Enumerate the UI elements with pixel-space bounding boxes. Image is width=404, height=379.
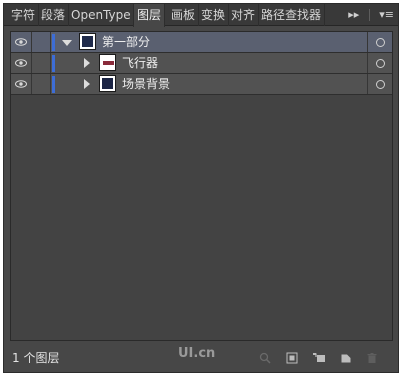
tab-artboards[interactable]: 画板 [168,4,200,26]
lock-toggle[interactable] [32,53,51,73]
expand-triangle-icon[interactable] [62,40,72,46]
watermark-logo: UI.cn [178,346,216,361]
target-circle-icon [375,58,385,68]
layers-panel: 字符 段落 OpenType 图层 画板 变换 对齐 路径查找器 ▸▸ ▾≡ 第… [3,3,399,373]
make-clipping-mask-icon[interactable] [286,352,298,364]
layer-color-indicator [52,55,55,72]
eye-icon [15,59,27,67]
lock-toggle[interactable] [32,32,51,52]
target-circle-icon [375,37,385,47]
target-circle[interactable] [367,32,392,52]
target-circle[interactable] [367,74,392,94]
tab-align[interactable]: 对齐 [228,4,260,26]
create-sublayer-icon[interactable] [312,352,327,364]
visibility-toggle[interactable] [11,32,32,52]
layer-thumbnail [99,54,116,71]
collapse-triangle-icon[interactable] [84,58,90,68]
locate-object-icon[interactable] [259,352,271,364]
target-circle-icon [375,79,385,89]
panel-menu-icon[interactable]: ▾≡ [379,8,394,21]
layer-row[interactable]: 第一部分 [11,32,392,53]
layer-name[interactable]: 飞行器 [122,53,158,73]
layer-name[interactable]: 场景背景 [122,74,170,94]
eye-icon [15,38,27,46]
overflow-tabs-icon[interactable]: ▸▸ [348,8,359,21]
visibility-toggle[interactable] [11,74,32,94]
layer-thumbnail [99,75,116,92]
layer-count: 1 个图层 [12,351,60,365]
layer-name[interactable]: 第一部分 [102,32,150,52]
tabbar-controls: ▸▸ ▾≡ [348,4,394,26]
tab-paragraph[interactable]: 段落 [38,4,70,26]
layer-thumbnail [79,33,96,50]
collapse-triangle-icon[interactable] [84,79,90,89]
layer-row[interactable]: 场景背景 [11,74,392,95]
tab-opentype[interactable]: OpenType [68,4,135,26]
layer-color-indicator [52,76,55,93]
lock-toggle[interactable] [32,74,51,94]
eye-icon [15,80,27,88]
layer-row[interactable]: 飞行器 [11,53,392,74]
tab-pathfinder[interactable]: 路径查找器 [258,4,326,26]
target-circle[interactable] [367,53,392,73]
layer-color-indicator [52,34,55,51]
tab-layers[interactable]: 图层 [133,4,166,27]
new-layer-icon[interactable] [340,352,352,364]
trash-icon[interactable] [366,352,378,364]
tab-transform[interactable]: 变换 [198,4,230,26]
panel-tab-bar: 字符 段落 OpenType 图层 画板 变换 对齐 路径查找器 ▸▸ ▾≡ [4,4,398,27]
visibility-toggle[interactable] [11,53,32,73]
tab-character[interactable]: 字符 [8,4,40,26]
layers-list: 第一部分 飞行器 场景背景 [10,31,393,341]
